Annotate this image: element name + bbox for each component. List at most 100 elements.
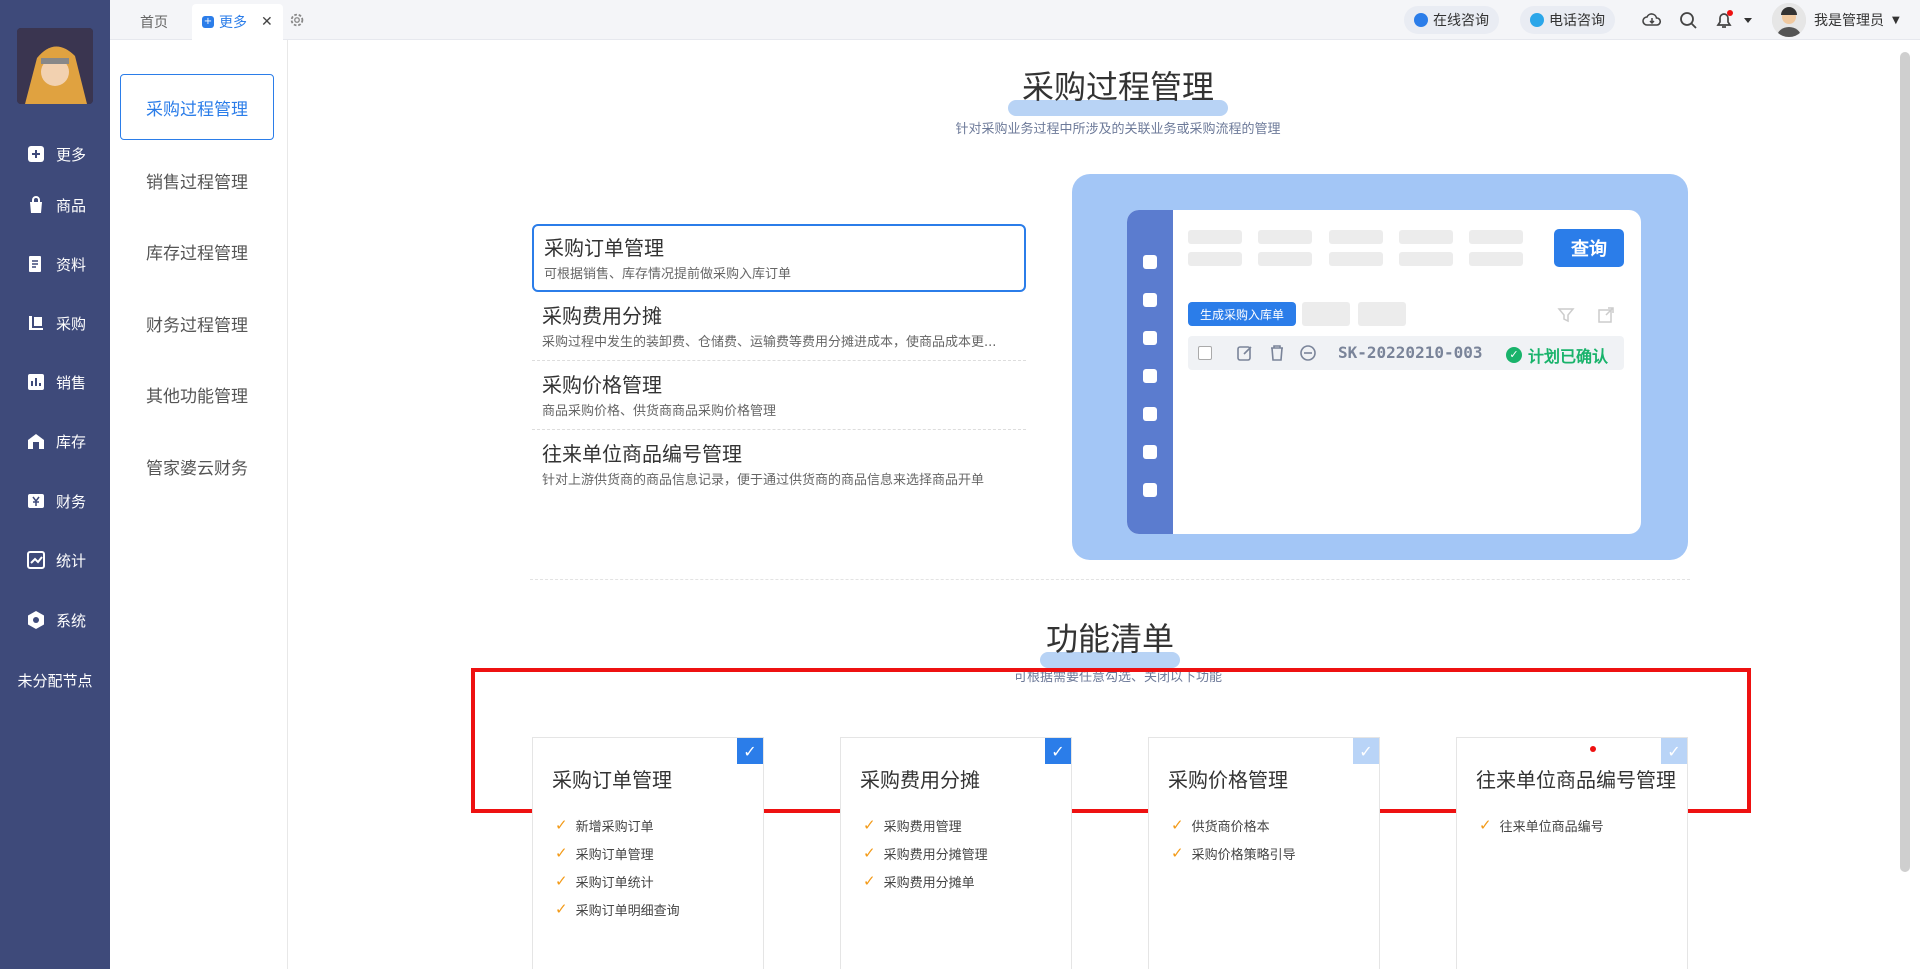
list-item: ✓ 采购订单管理 (555, 844, 654, 863)
feature-title: 采购订单管理 (544, 236, 664, 260)
check-icon: ✓ (555, 872, 568, 890)
nav-item-stats[interactable]: 统计 (0, 540, 110, 580)
card-checkbox[interactable]: ✓ (1045, 738, 1071, 764)
check-icon: ✓ (863, 872, 876, 890)
nav-item-finance[interactable]: 财务 (0, 481, 110, 521)
nav-label: 财务 (56, 492, 87, 511)
feature-title: 采购费用分摊 (542, 304, 662, 328)
generate-receipt-button[interactable]: 生成采购入库单 (1188, 302, 1296, 326)
close-icon[interactable]: ✕ (261, 14, 273, 30)
list-item: ✓ 采购订单统计 (555, 872, 654, 891)
function-list-title: 功能清单 (1040, 614, 1180, 668)
list-item: ✓ 供货商价格本 (1171, 816, 1270, 835)
list-item: ✓ 采购费用管理 (863, 816, 962, 835)
search-icon[interactable] (1678, 10, 1698, 30)
plus-icon: + (202, 16, 214, 28)
feature-desc: 采购过程中发生的装卸费、仓储费、运输费等费用分摊进成本，使商品成本更... (542, 335, 997, 350)
tab-more-label: 更多 (219, 15, 247, 31)
feature-desc: 针对上游供货商的商品信息记录，便于通过供货商的商品信息来选择商品开单 (542, 473, 985, 488)
phone-icon (1530, 13, 1544, 27)
hexagon-icon (26, 610, 46, 630)
gear-icon[interactable] (288, 11, 306, 29)
query-button[interactable]: 查询 (1554, 229, 1624, 267)
phone-consult-button[interactable]: 电话咨询 (1520, 6, 1615, 34)
nav-item-stock[interactable]: 库存 (0, 421, 110, 461)
check-icon: ✓ (555, 844, 568, 862)
nav-label: 更多 (56, 145, 87, 164)
submenu-cloud-finance[interactable]: 管家婆云财务 (120, 433, 274, 499)
nav-item-data[interactable]: 资料 (0, 244, 110, 284)
check-circle-icon: ✓ (1506, 347, 1522, 363)
feature-desc: 可根据销售、库存情况提前做采购入库订单 (544, 267, 792, 282)
card-checkbox[interactable]: ✓ (1353, 738, 1379, 764)
nav-item-more[interactable]: 更多 (0, 134, 110, 174)
row-checkbox[interactable] (1198, 346, 1212, 360)
feature-cost-allocation[interactable]: 采购费用分摊 采购过程中发生的装卸费、仓储费、运输费等费用分摊进成本，使商品成本… (532, 294, 1026, 361)
list-item: ✓ 采购价格策略引导 (1171, 844, 1296, 863)
delete-icon[interactable] (1268, 344, 1286, 362)
function-card-price-management: 采购价格管理 ✓ ✓ 供货商价格本 ✓ 采购价格策略引导 (1148, 737, 1380, 969)
user-avatar (1772, 3, 1806, 37)
nav-item-system[interactable]: 系统 (0, 600, 110, 640)
feature-title: 采购价格管理 (542, 373, 662, 397)
submenu-sales-process[interactable]: 销售过程管理 (120, 147, 274, 213)
export-icon[interactable] (1597, 306, 1615, 324)
bag-icon (26, 195, 46, 215)
nav-label: 库存 (56, 432, 87, 451)
card-title: 采购价格管理 (1168, 768, 1288, 792)
check-icon: ✓ (863, 844, 876, 862)
top-bar: 首页 + 更多 ✕ 在线咨询 电话咨询 我是管理员 ▼ (110, 0, 1920, 40)
user-name: 我是管理员 (1814, 13, 1884, 29)
tab-more[interactable]: + 更多 ✕ (192, 4, 283, 40)
nav-item-unassigned[interactable]: 未分配节点 (0, 670, 110, 691)
check-icon: ✓ (555, 900, 568, 918)
filter-icon[interactable] (1557, 306, 1575, 324)
caret-down-icon[interactable] (1738, 10, 1752, 30)
feature-purchase-order[interactable]: 采购订单管理 可根据销售、库存情况提前做采购入库订单 (532, 224, 1026, 292)
order-number: SK-20220210-003 (1338, 343, 1483, 362)
nav-item-goods[interactable]: 商品 (0, 185, 110, 225)
user-menu[interactable]: 我是管理员 ▼ (1772, 3, 1900, 37)
order-row[interactable]: SK-20220210-003 ✓ 计划已确认 (1188, 336, 1624, 370)
illustration-sidebar (1127, 210, 1173, 534)
list-item: ✓ 采购费用分摊单 (863, 872, 975, 891)
list-item: ✓ 往来单位商品编号 (1479, 816, 1604, 835)
card-checkbox[interactable]: ✓ (737, 738, 763, 764)
warehouse-icon (26, 431, 46, 451)
submenu-stock-process[interactable]: 库存过程管理 (120, 218, 274, 284)
illustration-window: 查询 生成采购入库单 SK-20220210-003 ✓ 计划已确认 (1127, 210, 1641, 534)
feature-price-management[interactable]: 采购价格管理 商品采购价格、供货商商品采购价格管理 (532, 363, 1026, 430)
submenu-other-functions[interactable]: 其他功能管理 (120, 361, 274, 427)
section-subtitle: 针对采购业务过程中所涉及的关联业务或采购流程的管理 (955, 122, 1281, 137)
purchase-icon (26, 313, 46, 333)
edit-icon[interactable] (1236, 344, 1254, 362)
check-icon: ✓ (1479, 816, 1492, 834)
cursor-dot (1590, 746, 1596, 752)
order-status-text: 计划已确认 (1528, 347, 1609, 366)
phone-consult-label: 电话咨询 (1549, 13, 1605, 29)
nav-label: 系统 (56, 611, 87, 630)
tab-home[interactable]: 首页 (140, 4, 168, 40)
vertical-scrollbar[interactable] (1900, 52, 1910, 872)
plus-square-icon (26, 144, 46, 164)
feature-supplier-code[interactable]: 往来单位商品编号管理 针对上游供货商的商品信息记录，便于通过供货商的商品信息来选… (532, 432, 1026, 494)
nav-item-sales[interactable]: 销售 (0, 362, 110, 402)
card-title: 采购费用分摊 (860, 768, 980, 792)
left-sidebar: 更多 商品 资料 采购 销售 库存 财务 统计 系统 未分配节点 (0, 0, 110, 969)
feature-title: 往来单位商品编号管理 (542, 442, 742, 466)
feature-desc: 商品采购价格、供货商商品采购价格管理 (542, 404, 777, 419)
main-content: 采购过程管理 针对采购业务过程中所涉及的关联业务或采购流程的管理 采购订单管理 … (288, 40, 1920, 969)
list-item: ✓ 采购订单明细查询 (555, 900, 680, 919)
nav-label: 资料 (56, 255, 87, 274)
list-item: ✓ 新增采购订单 (555, 816, 654, 835)
submenu-finance-process[interactable]: 财务过程管理 (120, 290, 274, 356)
nav-label: 采购 (56, 314, 87, 333)
bell-icon[interactable] (1714, 10, 1734, 30)
minus-circle-icon[interactable] (1299, 344, 1317, 362)
nav-item-purchase[interactable]: 采购 (0, 303, 110, 343)
card-checkbox[interactable]: ✓ (1661, 738, 1687, 764)
check-icon: ✓ (863, 816, 876, 834)
cloud-icon[interactable] (1642, 10, 1662, 30)
submenu-purchase-process[interactable]: 采购过程管理 (120, 74, 274, 140)
online-consult-button[interactable]: 在线咨询 (1404, 6, 1499, 34)
